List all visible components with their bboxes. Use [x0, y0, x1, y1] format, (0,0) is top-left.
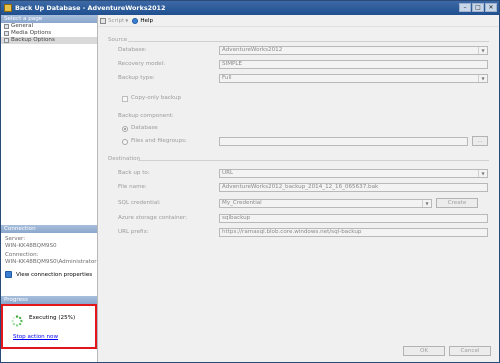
progress-header: Progress	[1, 296, 97, 304]
help-icon	[132, 17, 139, 24]
maximize-button[interactable]: □	[472, 3, 484, 12]
file-name-label: File name:	[118, 184, 147, 190]
sql-credential-value: My_Credential	[222, 200, 262, 206]
server-value: WIN-KK48BQM9S0	[5, 242, 57, 249]
component-files-label: Files and filegroups:	[131, 138, 187, 144]
page-icon	[4, 31, 9, 36]
page-item-general[interactable]: General	[1, 23, 97, 30]
left-pane: Select a page General Media Options Back…	[1, 15, 98, 362]
script-label: Script	[108, 17, 125, 24]
minimize-button[interactable]: –	[459, 3, 471, 12]
window-controls: – □ ✕	[459, 3, 497, 12]
properties-icon	[5, 271, 12, 278]
copy-only-checkbox[interactable]	[122, 96, 128, 102]
recovery-model-value: SIMPLE	[222, 61, 243, 67]
destination-group-title: Destination	[108, 156, 141, 162]
sql-credential-label: SQL credential:	[118, 200, 161, 206]
database-label: Database:	[118, 47, 147, 53]
page-icon	[4, 24, 9, 29]
progress-section: Progress Executing (25%) Stop action now	[1, 296, 97, 349]
create-credential-button[interactable]: Create	[436, 198, 478, 208]
window-title: Back Up Database - AdventureWorks2012	[15, 4, 166, 12]
source-divider	[128, 41, 489, 42]
chevron-down-icon: ▼	[478, 170, 487, 177]
select-page-header: Select a page	[1, 15, 97, 23]
backup-type-label: Backup type:	[118, 75, 155, 81]
recovery-model-field: SIMPLE	[219, 60, 488, 69]
browse-button[interactable]: ...	[472, 136, 488, 146]
sql-credential-select[interactable]: My_Credential ▼	[219, 199, 432, 208]
destination-divider	[138, 160, 489, 161]
title-bar: Back Up Database - AdventureWorks2012 – …	[1, 1, 499, 15]
chevron-down-icon: ▼	[422, 200, 431, 207]
file-name-field[interactable]: AdventureWorks2012_backup_2014_12_16_065…	[219, 183, 488, 192]
script-icon	[100, 17, 106, 24]
backup-database-dialog: Back Up Database - AdventureWorks2012 – …	[0, 0, 500, 363]
page-item-backup-options[interactable]: Backup Options	[1, 37, 97, 44]
database-icon	[4, 4, 12, 12]
spinner-icon	[11, 315, 23, 327]
help-label: Help	[140, 17, 154, 24]
connection-section: Connection Server: WIN-KK48BQM9S0 Connec…	[1, 225, 97, 278]
backup-to-select[interactable]: URL ▼	[219, 169, 488, 178]
progress-status: Executing (25%)	[29, 315, 76, 321]
help-button[interactable]: Help	[132, 17, 154, 24]
backup-component-label: Backup component:	[118, 113, 174, 119]
stop-action-link[interactable]: Stop action now	[13, 334, 58, 340]
copy-only-label: Copy-only backup	[131, 95, 182, 101]
toolbar: Script ▼ Help	[98, 15, 499, 27]
close-button[interactable]: ✕	[485, 3, 497, 12]
source-group-title: Source	[108, 37, 128, 43]
azure-container-value: sqlbackup	[222, 215, 251, 221]
cancel-button[interactable]: Cancel	[449, 346, 491, 356]
view-connection-properties-link[interactable]: View connection properties	[1, 271, 97, 278]
component-database-radio[interactable]	[122, 126, 128, 132]
url-prefix-value: https://ramasql.blob.core.windows.net/sq…	[222, 229, 362, 235]
page-item-label: General	[11, 23, 34, 29]
connection-value: WIN-KK48BQM9S0\Administrator	[5, 258, 97, 265]
filegroups-field[interactable]	[219, 137, 468, 146]
azure-container-field[interactable]: sqlbackup	[219, 214, 488, 223]
url-prefix-label: URL prefix:	[118, 229, 149, 235]
page-item-media-options[interactable]: Media Options	[1, 30, 97, 37]
chevron-down-icon: ▼	[478, 75, 487, 82]
backup-to-value: URL	[222, 170, 234, 176]
view-connection-label: View connection properties	[16, 271, 93, 278]
page-item-label: Backup Options	[11, 37, 55, 43]
page-item-label: Media Options	[11, 30, 52, 36]
connection-header: Connection	[1, 225, 97, 233]
backup-type-value: Full	[222, 75, 232, 81]
file-name-value: AdventureWorks2012_backup_2014_12_16_065…	[222, 184, 379, 190]
progress-highlight-box: Executing (25%) Stop action now	[1, 304, 97, 349]
main-pane: Script ▼ Help Source Database: Adventure…	[98, 15, 499, 362]
page-icon	[4, 38, 9, 43]
database-select[interactable]: AdventureWorks2012 ▼	[219, 46, 488, 55]
component-database-label: Database	[131, 125, 158, 131]
backup-to-label: Back up to:	[118, 170, 150, 176]
chevron-down-icon: ▼	[478, 47, 487, 54]
component-files-radio[interactable]	[122, 139, 128, 145]
azure-container-label: Azure storage container:	[118, 215, 188, 221]
backup-type-select[interactable]: Full ▼	[219, 74, 488, 83]
ok-button[interactable]: OK	[403, 346, 445, 356]
chevron-down-icon: ▼	[125, 18, 129, 23]
recovery-model-label: Recovery model:	[118, 61, 166, 67]
database-value: AdventureWorks2012	[222, 47, 283, 53]
url-prefix-field[interactable]: https://ramasql.blob.core.windows.net/sq…	[219, 228, 488, 237]
script-button[interactable]: Script ▼	[100, 17, 129, 24]
